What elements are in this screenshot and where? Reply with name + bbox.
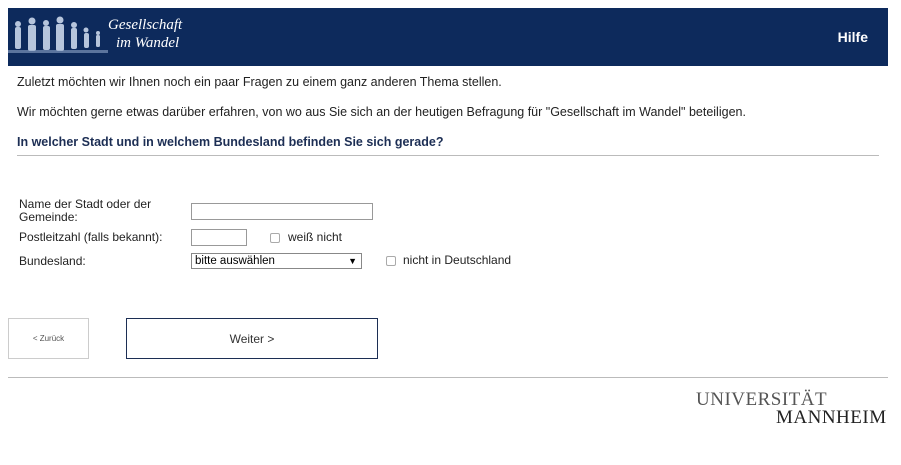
- site-header: Gesellschaft im Wandel Hilfe: [8, 8, 888, 66]
- city-label: Name der Stadt oder der Gemeinde:: [19, 198, 151, 224]
- state-select[interactable]: bitte auswählen ▼: [191, 253, 362, 269]
- help-link[interactable]: Hilfe: [838, 29, 868, 45]
- not-germany-checkbox[interactable]: [386, 256, 396, 266]
- zip-label: Postleitzahl (falls bekannt):: [19, 230, 163, 244]
- state-select-value: bitte auswählen: [195, 255, 275, 267]
- zip-unknown-checkbox[interactable]: [270, 233, 280, 243]
- state-label: Bundesland:: [19, 254, 86, 268]
- logo-text: Gesellschaft im Wandel: [108, 16, 182, 52]
- university-logo: UNIVERSITÄT MANNHEIM: [696, 390, 887, 428]
- next-button[interactable]: Weiter >: [126, 318, 378, 359]
- footer-divider: [8, 377, 888, 378]
- back-button[interactable]: < Zurück: [8, 318, 89, 359]
- dropdown-arrow-icon: ▼: [348, 256, 357, 266]
- people-silhouette-icon: [8, 8, 108, 66]
- logo: Gesellschaft im Wandel: [8, 8, 218, 66]
- intro-text-2: Wir möchten gerne etwas darüber erfahren…: [17, 105, 746, 119]
- divider: [17, 155, 879, 156]
- city-label-line-2: Gemeinde:: [19, 210, 78, 224]
- logo-line-2: im Wandel: [116, 35, 180, 51]
- intro-text-1: Zuletzt möchten wir Ihnen noch ein paar …: [17, 75, 502, 89]
- zip-unknown-label: weiß nicht: [288, 230, 343, 244]
- city-input[interactable]: [191, 203, 373, 220]
- university-logo-line-2: MANNHEIM: [776, 407, 887, 428]
- not-germany-label: nicht in Deutschland: [403, 253, 512, 267]
- logo-line-1: Gesellschaft: [108, 17, 183, 33]
- zip-input[interactable]: [191, 229, 247, 246]
- question-title: In welcher Stadt und in welchem Bundesla…: [17, 135, 444, 149]
- city-label-line-1: Name der Stadt oder der: [19, 197, 152, 211]
